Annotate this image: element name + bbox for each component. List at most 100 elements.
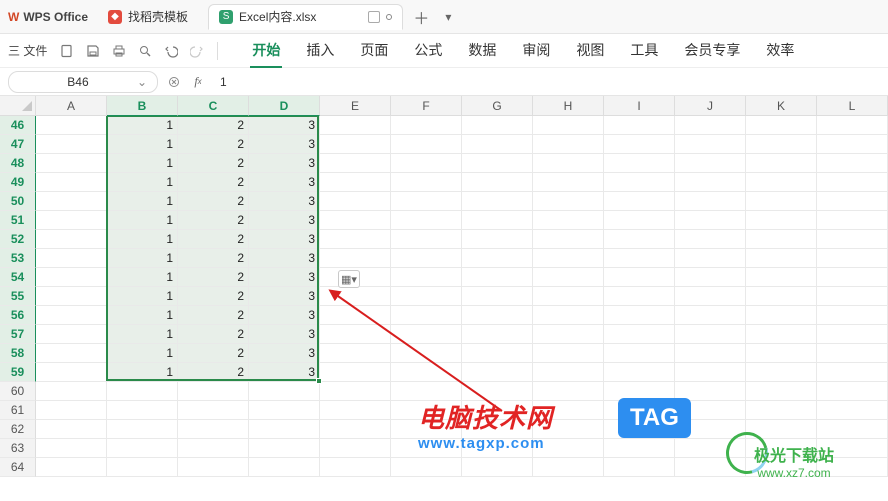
cell[interactable]: 1	[107, 268, 178, 287]
cell[interactable]	[675, 249, 746, 268]
cell[interactable]	[746, 192, 817, 211]
cell[interactable]	[675, 287, 746, 306]
row-header[interactable]: 52	[0, 230, 36, 249]
cell[interactable]: 3	[249, 268, 320, 287]
cell[interactable]: 1	[107, 154, 178, 173]
cell[interactable]	[675, 154, 746, 173]
cell[interactable]: 2	[178, 135, 249, 154]
cell[interactable]	[462, 249, 533, 268]
cell[interactable]: 3	[249, 211, 320, 230]
cell[interactable]: 1	[107, 211, 178, 230]
cell[interactable]: 1	[107, 363, 178, 382]
cell[interactable]	[391, 287, 462, 306]
cell[interactable]	[604, 230, 675, 249]
cell[interactable]	[462, 458, 533, 477]
cell[interactable]: 1	[107, 135, 178, 154]
row-header[interactable]: 57	[0, 325, 36, 344]
ribbon-tab-page[interactable]: 页面	[358, 34, 390, 68]
ribbon-tab-view[interactable]: 视图	[574, 34, 606, 68]
autofill-options-button[interactable]: ▦▾	[338, 270, 360, 288]
cell[interactable]	[746, 306, 817, 325]
row-header[interactable]: 59	[0, 363, 36, 382]
cell[interactable]	[817, 154, 888, 173]
cell[interactable]	[604, 306, 675, 325]
cell[interactable]	[817, 287, 888, 306]
cell[interactable]	[533, 287, 604, 306]
cell[interactable]	[533, 325, 604, 344]
cell[interactable]	[462, 325, 533, 344]
ribbon-tab-data[interactable]: 数据	[466, 34, 498, 68]
cell[interactable]	[746, 116, 817, 135]
pin-icon[interactable]	[368, 11, 380, 23]
cell[interactable]	[36, 268, 107, 287]
file-menu[interactable]: 三 文件	[8, 42, 47, 59]
cell[interactable]	[533, 306, 604, 325]
cell[interactable]	[817, 211, 888, 230]
cell[interactable]	[391, 363, 462, 382]
cell[interactable]	[675, 173, 746, 192]
row-header[interactable]: 58	[0, 344, 36, 363]
row-header[interactable]: 60	[0, 382, 36, 401]
cell[interactable]: 1	[107, 173, 178, 192]
cell[interactable]	[817, 420, 888, 439]
cell[interactable]	[462, 268, 533, 287]
cell[interactable]	[320, 287, 391, 306]
cell[interactable]	[675, 116, 746, 135]
cell[interactable]	[533, 344, 604, 363]
cell[interactable]	[604, 325, 675, 344]
cell[interactable]	[817, 363, 888, 382]
cell[interactable]: 2	[178, 268, 249, 287]
cell[interactable]: 3	[249, 135, 320, 154]
ribbon-tab-member[interactable]: 会员专享	[682, 34, 742, 68]
cell[interactable]	[320, 230, 391, 249]
cell[interactable]	[178, 458, 249, 477]
ribbon-tab-efficiency[interactable]: 效率	[764, 34, 796, 68]
cell[interactable]: 3	[249, 249, 320, 268]
ribbon-tab-formula[interactable]: 公式	[412, 34, 444, 68]
cell[interactable]	[746, 344, 817, 363]
cell[interactable]: 1	[107, 325, 178, 344]
column-header[interactable]: B	[107, 96, 178, 116]
cell[interactable]	[746, 211, 817, 230]
cell[interactable]	[746, 287, 817, 306]
cell[interactable]: 3	[249, 287, 320, 306]
cell[interactable]	[320, 382, 391, 401]
cell[interactable]	[36, 211, 107, 230]
cell[interactable]	[817, 173, 888, 192]
cell[interactable]	[391, 230, 462, 249]
tab-menu-chevron-icon[interactable]: ▾	[439, 10, 457, 24]
column-header[interactable]: I	[604, 96, 675, 116]
cell[interactable]	[320, 173, 391, 192]
cell[interactable]: 3	[249, 116, 320, 135]
cell[interactable]: 2	[178, 344, 249, 363]
column-header[interactable]: H	[533, 96, 604, 116]
cell[interactable]	[36, 344, 107, 363]
cell[interactable]	[36, 325, 107, 344]
cell[interactable]	[462, 211, 533, 230]
cell[interactable]	[107, 458, 178, 477]
cell[interactable]	[320, 306, 391, 325]
cell[interactable]	[746, 249, 817, 268]
cell[interactable]: 2	[178, 173, 249, 192]
cancel-icon[interactable]	[166, 74, 182, 90]
cell[interactable]	[462, 173, 533, 192]
select-all-corner[interactable]	[0, 96, 36, 116]
cell[interactable]	[36, 401, 107, 420]
cell[interactable]	[604, 173, 675, 192]
cell[interactable]	[817, 116, 888, 135]
cell[interactable]: 1	[107, 249, 178, 268]
cell[interactable]	[107, 382, 178, 401]
cell[interactable]	[178, 420, 249, 439]
cell[interactable]	[604, 211, 675, 230]
cell[interactable]	[36, 420, 107, 439]
cell[interactable]	[533, 116, 604, 135]
ribbon-tab-review[interactable]: 审阅	[520, 34, 552, 68]
cell[interactable]: 3	[249, 306, 320, 325]
column-header[interactable]: G	[462, 96, 533, 116]
cell[interactable]	[533, 458, 604, 477]
cell[interactable]	[675, 192, 746, 211]
cell[interactable]	[36, 154, 107, 173]
cell[interactable]	[249, 401, 320, 420]
cell[interactable]	[249, 439, 320, 458]
cell[interactable]	[604, 344, 675, 363]
